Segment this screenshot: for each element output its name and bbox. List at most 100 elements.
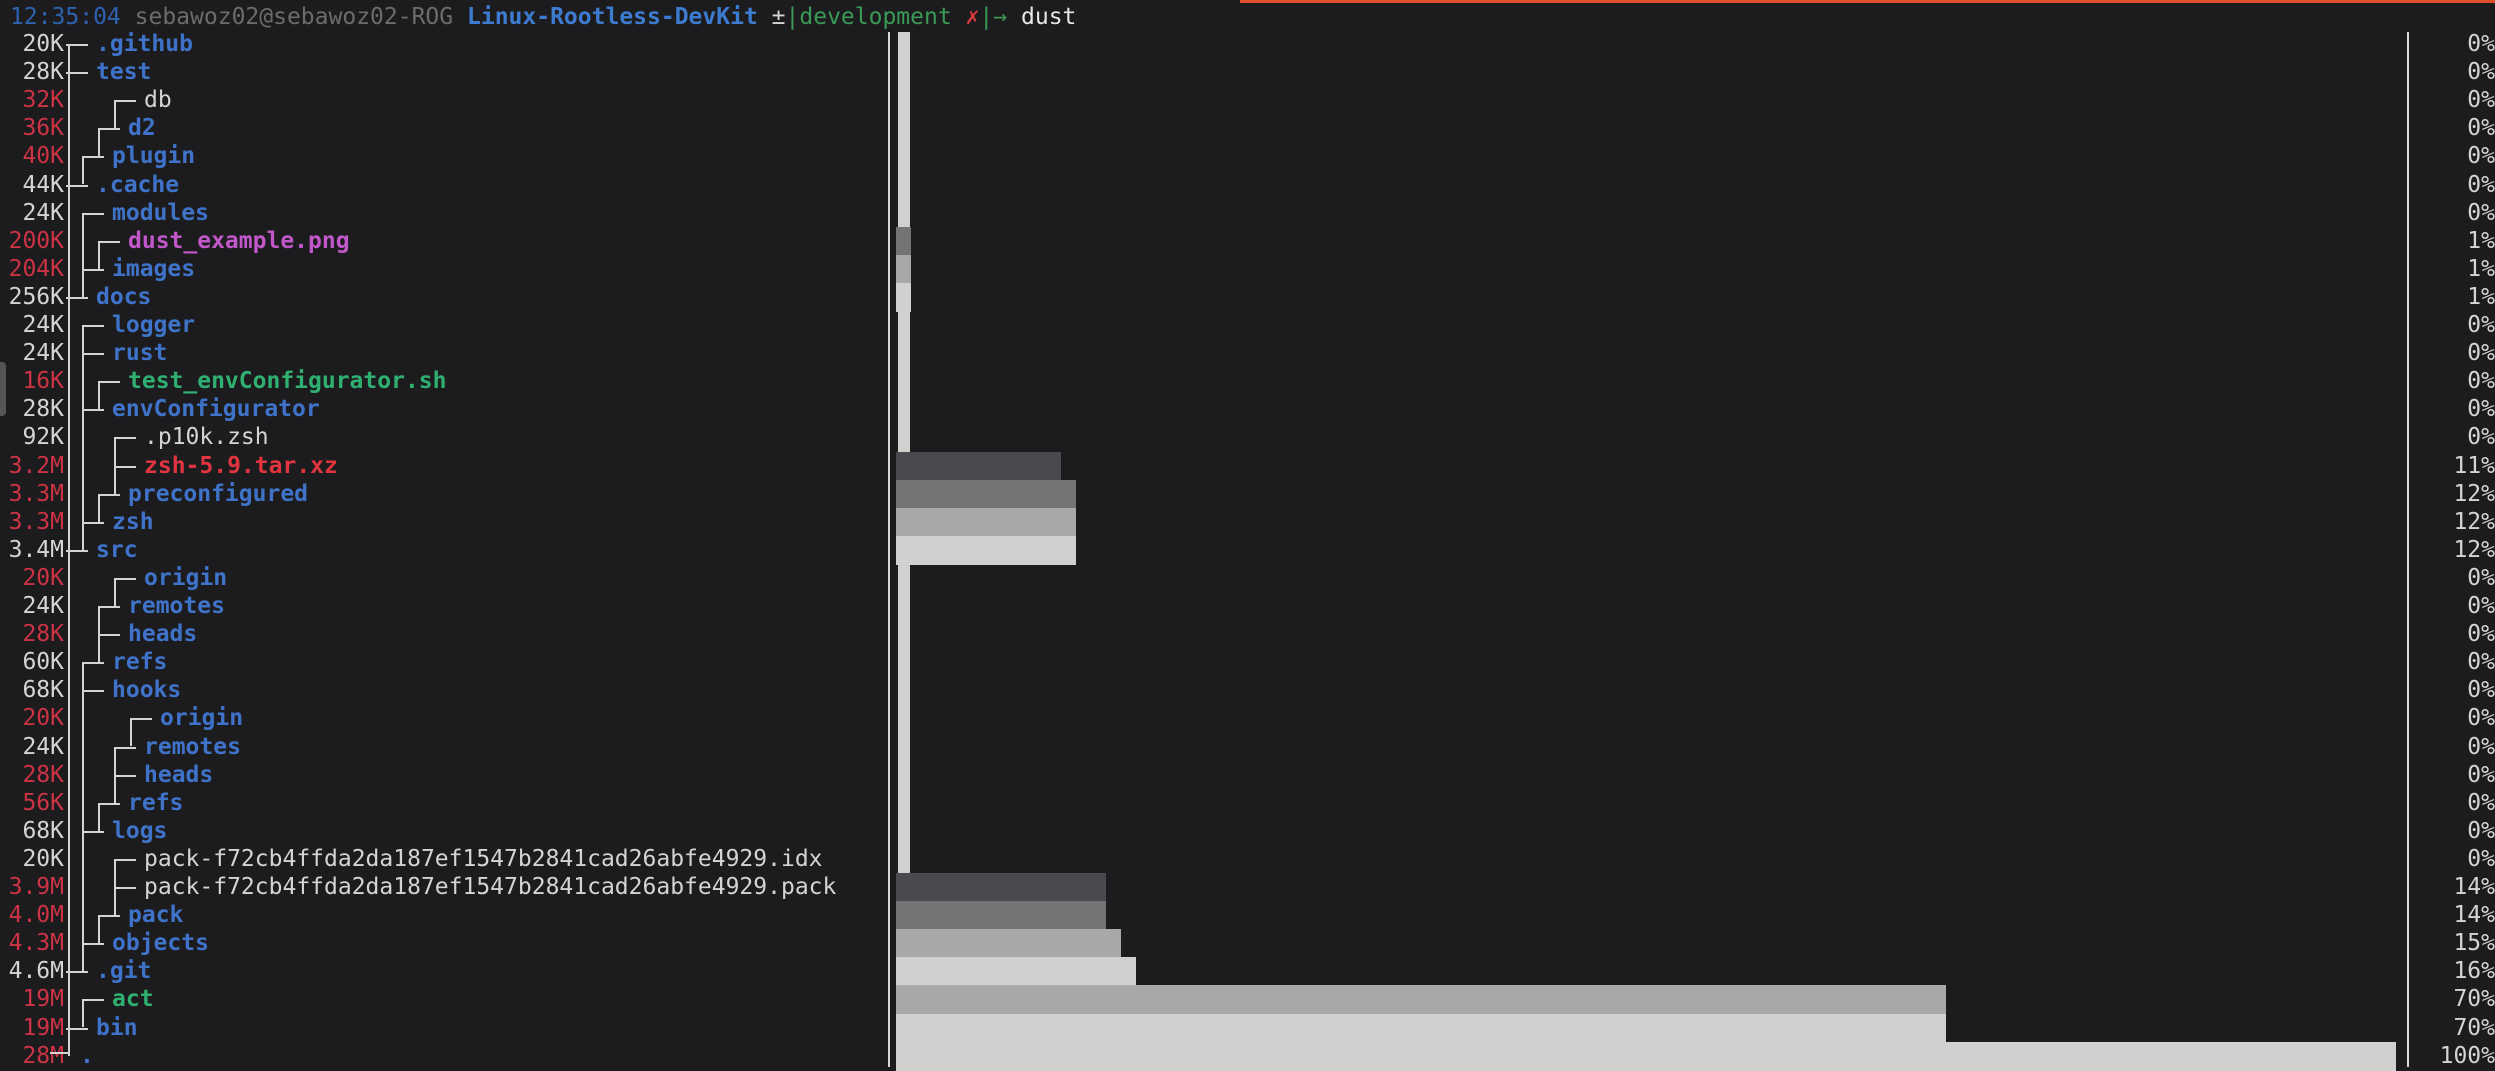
- prompt-separator: |: [785, 4, 800, 30]
- entry-name[interactable]: origin: [144, 564, 227, 592]
- tree-connector: [82, 212, 104, 215]
- entry-name[interactable]: .git: [96, 957, 151, 985]
- usage-bar: [896, 873, 1106, 902]
- tree-branch-line: [114, 100, 116, 129]
- entry-name[interactable]: test_envConfigurator.sh: [128, 367, 447, 395]
- entry-name[interactable]: .p10k.zsh: [144, 423, 269, 451]
- entry-name[interactable]: act: [112, 985, 154, 1013]
- entry-name[interactable]: refs: [128, 789, 183, 817]
- entry-name[interactable]: .github: [96, 30, 193, 58]
- terminal-window[interactable]: 12:35:04 sebawoz02@sebawoz02-ROG Linux-R…: [0, 0, 2495, 1071]
- tree-connector: [114, 437, 136, 440]
- table-row: 60K refs: [0, 648, 888, 676]
- tree-connector: [82, 409, 104, 412]
- table-row: 3.2M zsh-5.9.tar.xz: [0, 452, 888, 480]
- entry-name[interactable]: envConfigurator: [112, 395, 320, 423]
- size-cell: 32K: [22, 87, 64, 114]
- entry-name[interactable]: logger: [112, 311, 195, 339]
- table-row: 24K remotes: [0, 733, 888, 761]
- entry-name[interactable]: bin: [96, 1014, 138, 1042]
- percent-cell: 0%: [2467, 621, 2495, 648]
- size-cell: 92K: [22, 424, 64, 451]
- table-row: 20K origin: [0, 564, 888, 592]
- entry-name[interactable]: modules: [112, 199, 209, 227]
- table-row: 20K origin: [0, 704, 888, 732]
- size-cell: 60K: [22, 649, 64, 676]
- table-row: 3.4M src: [0, 536, 888, 564]
- percent-cell: 1%: [2467, 283, 2495, 310]
- usage-bar: [896, 985, 1946, 1015]
- percent-column: 0% 0% 0% 0% 0% 0% 0% 1% 1% 1% 0% 0% 0% 0% 0% 11% 12% 12% 1…: [2409, 30, 2495, 1071]
- size-cell: 19M: [22, 1014, 64, 1041]
- table-row: 200K dust_example.png: [0, 227, 888, 255]
- percent-cell: 0%: [2467, 31, 2495, 57]
- size-cell: 4.0M: [8, 902, 64, 929]
- table-row: 24K modules: [0, 199, 888, 227]
- entry-name[interactable]: rust: [112, 339, 167, 367]
- table-row: 19M act: [0, 985, 888, 1013]
- percent-cell: 0%: [2467, 564, 2495, 591]
- size-cell: 20K: [22, 845, 64, 872]
- entry-name[interactable]: plugin: [112, 142, 195, 170]
- entry-name[interactable]: hooks: [112, 676, 181, 704]
- tree-connector: [114, 858, 136, 861]
- entry-name[interactable]: objects: [112, 929, 209, 957]
- entry-name[interactable]: pack: [128, 901, 183, 929]
- entry-name[interactable]: preconfigured: [128, 480, 308, 508]
- table-row: 28K heads: [0, 620, 888, 648]
- terminal-cursor: [962, 1063, 970, 1071]
- tree-branch-line: [98, 915, 100, 944]
- percent-cell: 0%: [2467, 649, 2495, 676]
- entry-name[interactable]: remotes: [144, 733, 241, 761]
- entry-name[interactable]: origin: [160, 704, 243, 732]
- entry-name[interactable]: zsh: [112, 508, 154, 536]
- entry-name[interactable]: test: [96, 58, 151, 86]
- size-cell: 20K: [22, 564, 64, 591]
- percent-cell: 0%: [2467, 424, 2495, 451]
- entry-name[interactable]: pack-f72cb4ffda2da187ef1547b2841cad26abf…: [144, 845, 823, 873]
- entry-name[interactable]: dust_example.png: [128, 227, 350, 255]
- entry-name[interactable]: d2: [128, 114, 156, 142]
- entry-name[interactable]: docs: [96, 283, 151, 311]
- entry-name[interactable]: heads: [144, 761, 213, 789]
- entry-name[interactable]: heads: [128, 620, 197, 648]
- entry-name[interactable]: images: [112, 255, 195, 283]
- entry-name[interactable]: remotes: [128, 592, 225, 620]
- usage-bar: [896, 901, 1106, 931]
- size-cell: 56K: [22, 789, 64, 816]
- tree-branch-line: [68, 1027, 70, 1056]
- table-row: 204K images: [0, 255, 888, 283]
- percent-cell: 0%: [2467, 761, 2495, 788]
- percent-cell: 14%: [2453, 874, 2495, 900]
- usage-bar: [896, 507, 1076, 537]
- size-cell: 28K: [22, 761, 64, 788]
- entry-name[interactable]: src: [96, 536, 138, 564]
- tree-branch-line: [114, 887, 116, 916]
- shell-prompt: 12:35:04 sebawoz02@sebawoz02-ROG Linux-R…: [10, 2, 1076, 32]
- size-cell: 68K: [22, 677, 64, 704]
- entry-name[interactable]: pack-f72cb4ffda2da187ef1547b2841cad26abf…: [144, 873, 836, 901]
- percent-cell: 0%: [2467, 845, 2495, 872]
- entry-name[interactable]: db: [144, 86, 172, 114]
- usage-bar: [896, 1013, 1946, 1043]
- table-row: 24K remotes: [0, 592, 888, 620]
- size-cell: 200K: [8, 227, 64, 254]
- entry-name[interactable]: refs: [112, 648, 167, 676]
- size-cell: 24K: [22, 312, 64, 338]
- percent-cell: 0%: [2467, 817, 2495, 844]
- entry-name[interactable]: .cache: [96, 171, 179, 199]
- entry-name[interactable]: logs: [112, 817, 167, 845]
- size-cell: 4.3M: [8, 930, 64, 957]
- table-row: 28K test: [0, 58, 888, 86]
- percent-cell: 0%: [2467, 368, 2495, 395]
- entry-name[interactable]: .: [80, 1042, 94, 1070]
- tree-connector: [82, 830, 104, 833]
- percent-cell: 1%: [2467, 227, 2495, 254]
- table-row: 256K docs: [0, 283, 888, 311]
- dust-bar-chart: [896, 30, 2396, 1071]
- tree-connector: [98, 634, 120, 637]
- usage-bar: [896, 929, 1121, 959]
- entry-name[interactable]: zsh-5.9.tar.xz: [144, 452, 338, 480]
- percent-cell: 0%: [2467, 312, 2495, 338]
- size-cell: 3.3M: [8, 480, 64, 507]
